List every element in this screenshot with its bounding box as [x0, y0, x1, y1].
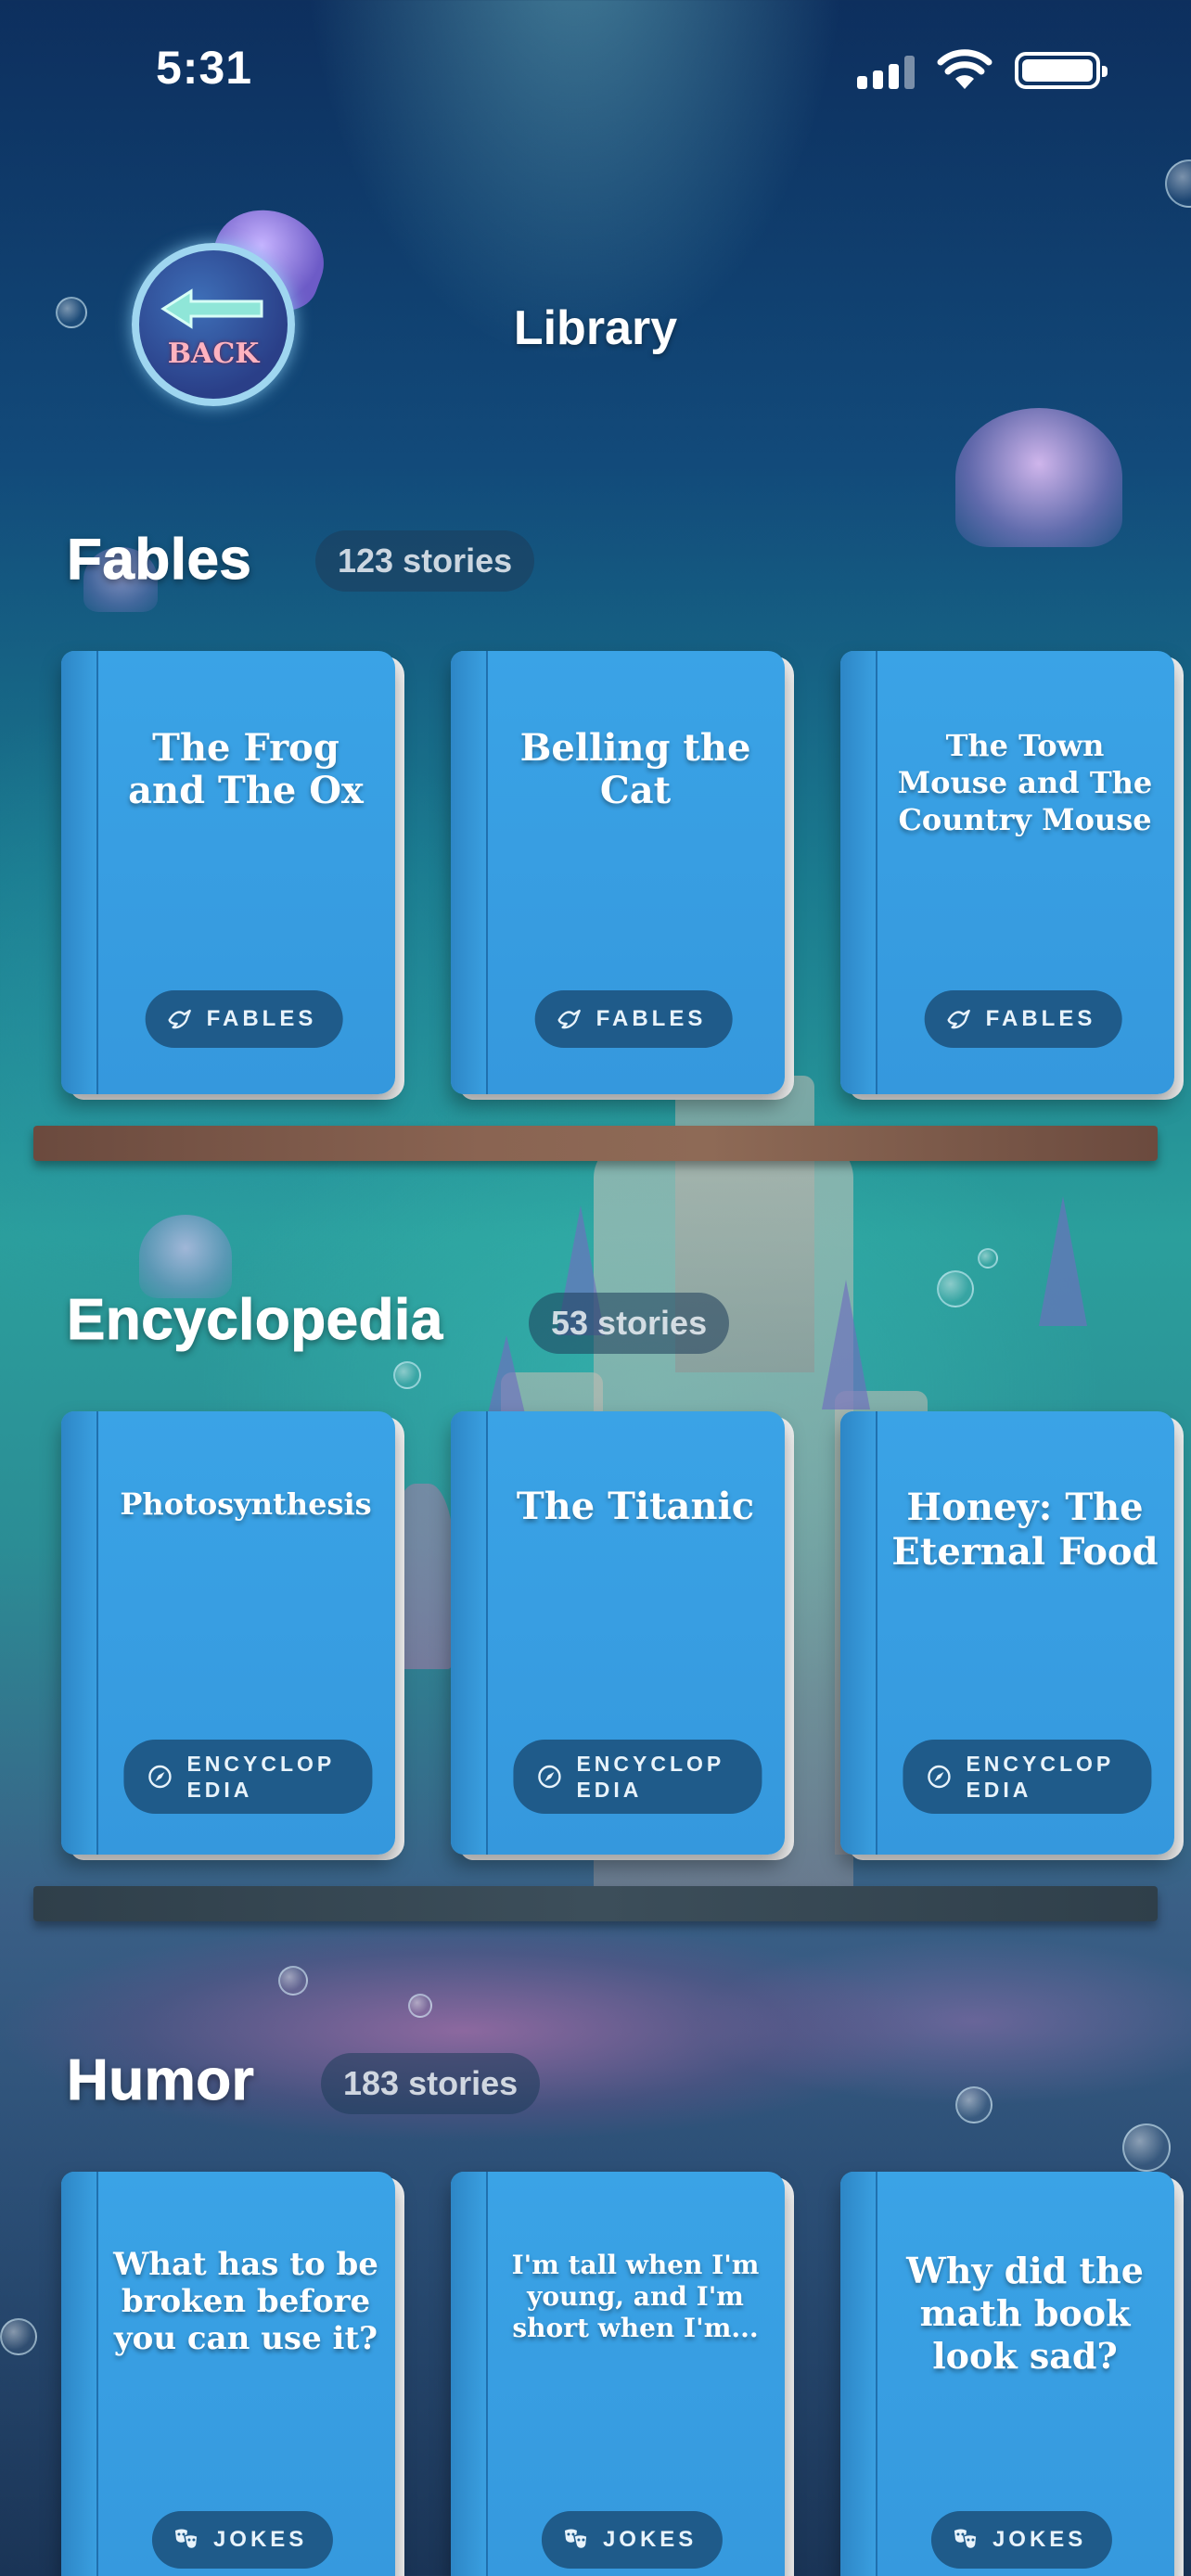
page-title: Library: [513, 301, 678, 355]
book-card[interactable]: Honey: The Eternal Food ENCYCLOPEDIA: [840, 1411, 1184, 1860]
story-count-badge: 123 stories: [315, 530, 535, 592]
book-card[interactable]: Belling the Cat FABLES: [451, 651, 794, 1100]
category-tag: JOKES: [541, 2511, 724, 2569]
book-title: I'm tall when I'm young, and I'm short w…: [511, 2250, 760, 2343]
bubble-decoration: [408, 1994, 432, 2018]
section-heading: Humor: [66, 2048, 255, 2113]
jellyfish-decoration: [139, 1215, 232, 1298]
bubble-decoration: [278, 1966, 308, 1996]
category-tag-label: JOKES: [212, 2527, 308, 2552]
bubble-decoration: [937, 1270, 974, 1307]
category-tag: JOKES: [930, 2511, 1113, 2569]
category-tag-label: ENCYCLOPEDIA: [966, 1752, 1115, 1802]
book-title: What has to be broken before you can use…: [113, 2246, 378, 2357]
book-title: Belling the Cat: [519, 726, 751, 812]
category-tag-label: JOKES: [992, 2527, 1087, 2552]
section-heading: Fables: [66, 528, 252, 593]
book-title: Honey: The Eternal Food: [891, 1486, 1159, 1574]
story-count-badge: 183 stories: [321, 2053, 541, 2114]
category-tag-label: FABLES: [596, 1006, 707, 1031]
book-title: Why did the math book look sad?: [906, 2250, 1144, 2377]
book-card[interactable]: Photosynthesis ENCYCLOPEDIA: [61, 1411, 404, 1860]
masks-icon: [564, 2529, 588, 2550]
book-card[interactable]: I'm tall when I'm young, and I'm short w…: [451, 2172, 794, 2576]
section-heading: Encyclopedia: [67, 1288, 443, 1353]
bird-icon: [947, 1009, 970, 1029]
bird-icon: [168, 1009, 191, 1029]
spire-decoration: [822, 1280, 870, 1409]
status-time: 5:31: [156, 42, 253, 94]
category-tag: FABLES: [924, 990, 1122, 1048]
jellyfish-decoration: [955, 408, 1122, 547]
category-tag-label: JOKES: [602, 2527, 698, 2552]
book-card[interactable]: What has to be broken before you can use…: [61, 2172, 404, 2576]
status-bar: 5:31: [0, 0, 1191, 139]
masks-icon: [954, 2529, 978, 2550]
book-card[interactable]: The Titanic ENCYCLOPEDIA: [451, 1411, 794, 1860]
bubble-decoration: [0, 2318, 37, 2355]
masks-icon: [174, 2529, 198, 2550]
bubble-decoration: [393, 1361, 421, 1389]
category-tag: JOKES: [151, 2511, 334, 2569]
bubble-decoration: [955, 2086, 992, 2123]
category-tag-label: FABLES: [206, 1006, 317, 1031]
compass-icon: [538, 1765, 561, 1789]
category-tag: ENCYCLOPEDIA: [123, 1740, 373, 1814]
book-title: The Titanic: [516, 1485, 755, 1528]
category-tag: ENCYCLOPEDIA: [513, 1740, 762, 1814]
bookshelf-plank: [33, 1126, 1158, 1161]
cellular-signal-icon: [857, 56, 916, 89]
book-card[interactable]: The Town Mouse and The Country Mouse FAB…: [840, 651, 1184, 1100]
book-title: The Frog and The Ox: [128, 726, 364, 812]
compass-icon: [928, 1765, 951, 1789]
category-tag: FABLES: [534, 990, 733, 1048]
compass-icon: [148, 1765, 172, 1789]
category-tag-label: ENCYCLOPEDIA: [576, 1752, 725, 1802]
bubble-decoration: [1122, 2123, 1171, 2172]
spire-decoration: [1039, 1196, 1087, 1326]
book-title: The Town Mouse and The Country Mouse: [897, 728, 1153, 837]
book-card[interactable]: Why did the math book look sad? JOKES: [840, 2172, 1184, 2576]
coral-reef-decoration: [0, 1910, 1191, 2151]
bubble-decoration: [1165, 159, 1191, 208]
wifi-icon: [937, 49, 992, 89]
bird-icon: [557, 1009, 581, 1029]
category-tag: ENCYCLOPEDIA: [903, 1740, 1152, 1814]
book-card[interactable]: The Frog and The Ox FABLES: [61, 651, 404, 1100]
bookshelf-plank: [33, 1886, 1158, 1921]
book-title: Photosynthesis: [120, 1486, 372, 1522]
category-tag-label: FABLES: [985, 1006, 1096, 1031]
category-tag-label: ENCYCLOPEDIA: [186, 1752, 336, 1802]
bubble-decoration: [978, 1248, 998, 1269]
category-tag: FABLES: [145, 990, 343, 1048]
story-count-badge: 53 stories: [529, 1293, 730, 1354]
battery-icon: [1015, 52, 1108, 89]
